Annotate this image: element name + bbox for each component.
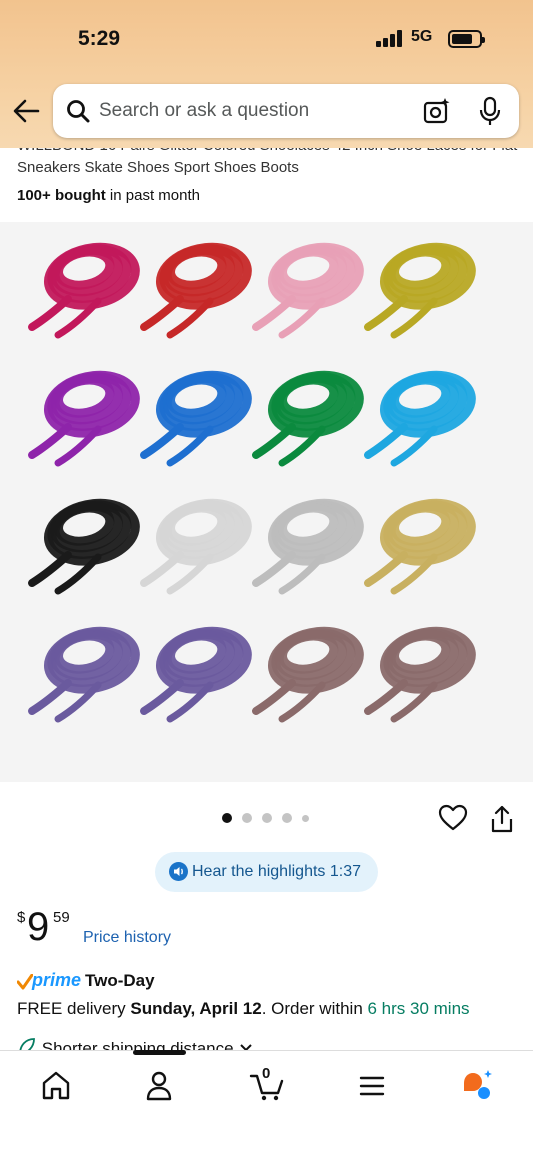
shoelace-coil: [252, 370, 364, 467]
hear-highlights-button[interactable]: Hear the highlights 1:37: [155, 852, 378, 892]
shoelace-coil: [28, 370, 140, 467]
header: 5:29 5G: [0, 0, 533, 148]
rufus-assistant-icon[interactable]: [458, 1067, 498, 1103]
shipping-distance-note[interactable]: Shorter shipping distance: [17, 1036, 254, 1050]
shoelace-coil: [364, 626, 476, 723]
shoelace-coil: [140, 626, 252, 723]
home-icon[interactable]: [36, 1067, 76, 1103]
signal-icon: [376, 30, 404, 47]
hear-highlights-label: Hear the highlights 1:37: [192, 863, 361, 880]
shoelace-coil: [364, 498, 476, 595]
bottom-nav: 0: [0, 1050, 533, 1158]
battery-icon: [448, 30, 485, 48]
speaker-icon: [169, 862, 188, 881]
search-icon: [67, 100, 90, 123]
network-label: 5G: [411, 28, 433, 45]
leaf-icon: [19, 1038, 35, 1050]
carousel-dot[interactable]: [222, 813, 232, 823]
home-indicator: [133, 1050, 186, 1055]
shoelace-coil: [252, 498, 364, 595]
status-bar: 5:29 5G: [0, 0, 533, 80]
delivery-info: FREE delivery Sunday, April 12. Order wi…: [17, 999, 470, 1018]
shoelace-coil: [364, 242, 476, 339]
prime-check-icon: [17, 974, 33, 990]
shoelace-coil: [140, 242, 252, 339]
heart-icon[interactable]: [438, 803, 468, 833]
back-arrow-icon[interactable]: [12, 98, 40, 124]
cart-count: 0: [262, 1065, 271, 1082]
carousel-dot[interactable]: [262, 813, 272, 823]
shoelace-coil: [140, 498, 252, 595]
carousel-dot[interactable]: [302, 814, 309, 822]
chevron-down-icon: [240, 1044, 253, 1050]
cart-button[interactable]: 0: [248, 1065, 288, 1103]
shoelace-coil: [140, 370, 252, 467]
shoelace-coil: [364, 370, 476, 467]
search-box[interactable]: [53, 84, 519, 138]
carousel-dot[interactable]: [282, 813, 292, 823]
price-history-link[interactable]: Price history: [83, 929, 171, 947]
shoelace-coil: [28, 626, 140, 723]
menu-icon[interactable]: [352, 1067, 392, 1103]
microphone-icon[interactable]: [479, 96, 501, 126]
shoelace-illustration: [28, 242, 476, 723]
camera-icon[interactable]: [423, 97, 451, 125]
shoelace-coil: [252, 242, 364, 339]
clock: 5:29: [78, 27, 121, 50]
carousel-dot[interactable]: [242, 813, 252, 823]
account-icon[interactable]: [139, 1067, 179, 1103]
shoelace-coil: [28, 498, 140, 595]
shoelace-coil: [252, 626, 364, 723]
product-image[interactable]: [0, 222, 533, 782]
shoelace-coil: [28, 242, 140, 339]
search-input[interactable]: [99, 96, 399, 126]
share-icon[interactable]: [489, 804, 515, 834]
bought-count: 100+ bought in past month: [17, 187, 200, 204]
